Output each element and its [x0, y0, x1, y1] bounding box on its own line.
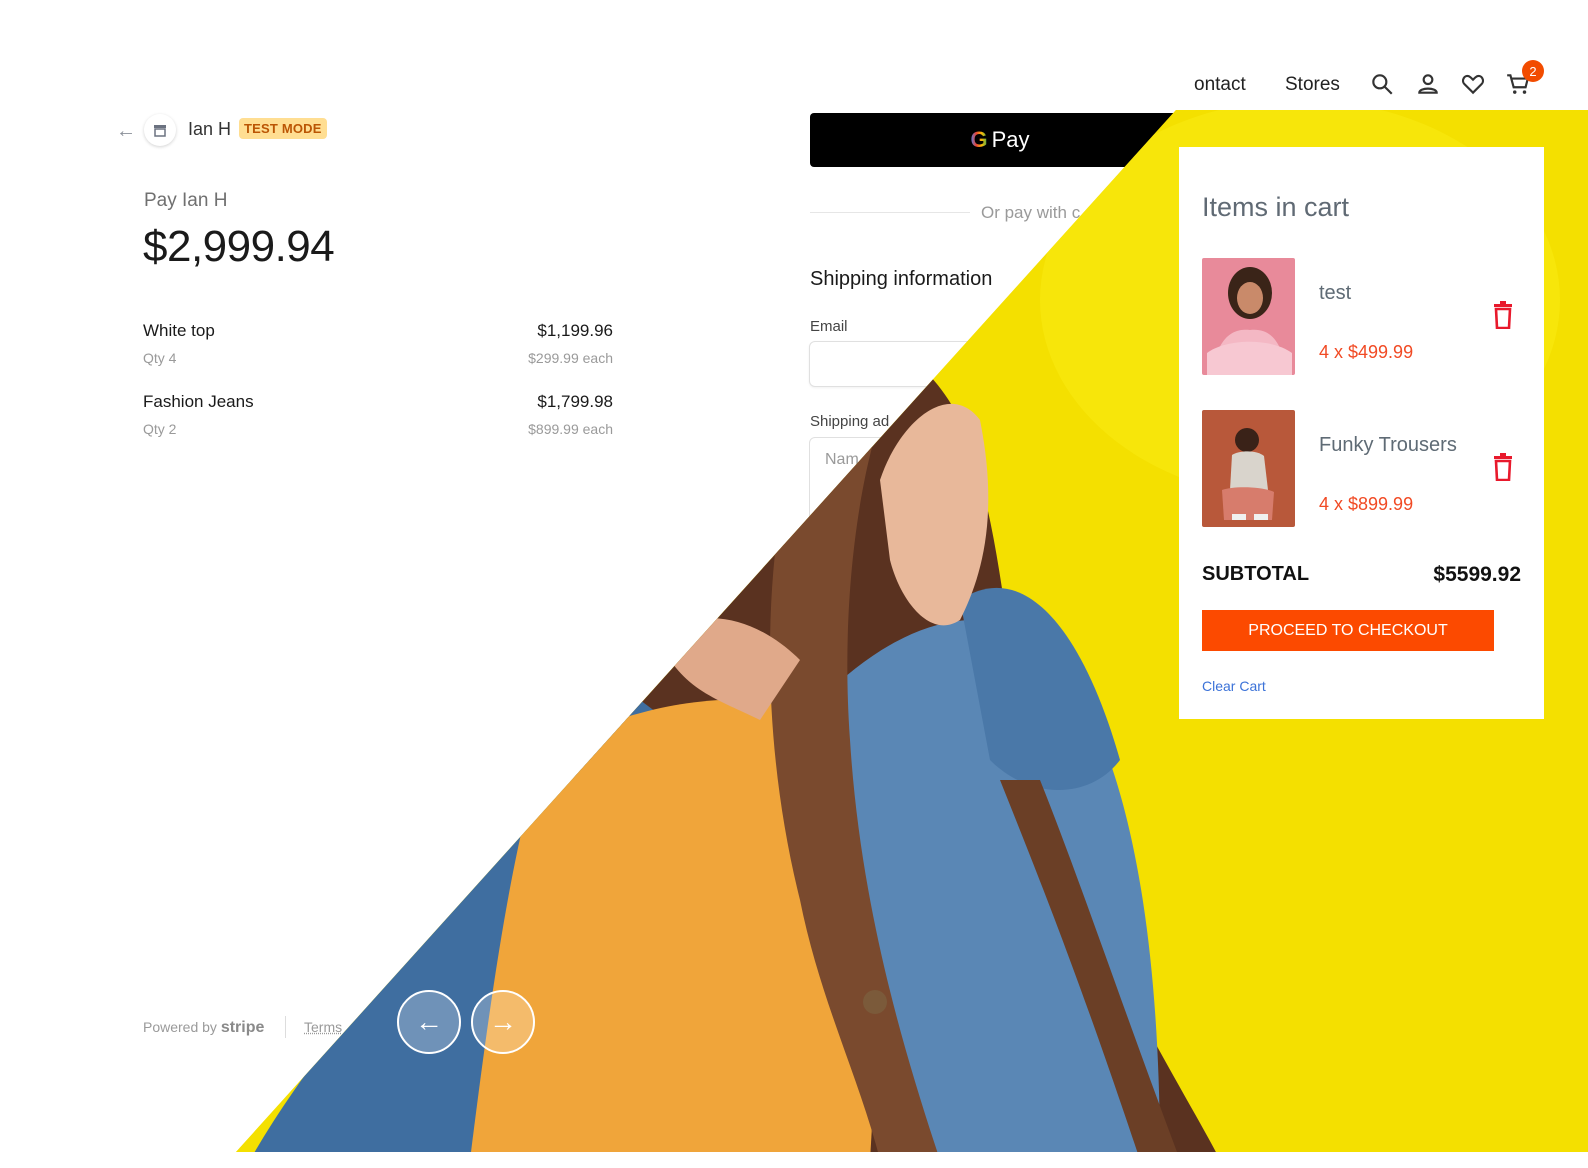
test-mode-badge: TEST MODE — [239, 118, 327, 139]
google-pay-label: Pay — [991, 127, 1030, 152]
subtotal-value: $5599.92 — [1433, 563, 1521, 586]
pay-label: Pay Ian H — [144, 190, 228, 211]
delete-item-button[interactable] — [1492, 453, 1514, 482]
name-placeholder: Nam — [825, 451, 859, 468]
terms-link[interactable]: Terms — [304, 1019, 342, 1035]
cart-item-image[interactable] — [1202, 410, 1295, 527]
line-item-each: $299.99 each — [528, 350, 613, 366]
back-arrow-icon[interactable]: ← — [116, 120, 138, 142]
nav-contact[interactable]: ontact — [1194, 74, 1246, 96]
shipping-title: Shipping information — [810, 268, 993, 290]
arrow-right-icon: → — [489, 1006, 517, 1037]
google-g-icon: G — [970, 127, 988, 152]
line-item-each: $899.99 each — [528, 421, 613, 437]
cart-item-price: 4 x $499.99 — [1319, 342, 1414, 362]
shipping-address-label: Shipping ad — [810, 413, 890, 430]
arrow-left-icon: ← — [415, 1006, 443, 1037]
clear-cart-link[interactable]: Clear Cart — [1202, 678, 1266, 694]
cart-item-price: 4 x $899.99 — [1319, 494, 1414, 514]
line-item-name: White top — [143, 321, 215, 340]
product-photo-icon — [1202, 258, 1295, 375]
or-pay-with-text: Or pay with c — [981, 203, 1081, 222]
footer-divider — [285, 1016, 286, 1038]
stripe-logo: stripe — [220, 1019, 265, 1036]
product-photo-icon — [1202, 410, 1295, 527]
nav-stores[interactable]: Stores — [1285, 74, 1340, 96]
cart-title: Items in cart — [1202, 192, 1350, 222]
cart-count-badge: 2 — [1522, 60, 1544, 82]
line-item-total: $1,199.96 — [537, 321, 613, 340]
user-icon[interactable] — [1415, 71, 1441, 97]
powered-by-text: Powered by — [143, 1019, 217, 1035]
carousel-prev-button[interactable]: ← — [397, 990, 461, 1054]
trash-icon — [1494, 301, 1512, 330]
subtotal-label: SUBTOTAL — [1202, 563, 1310, 585]
line-item-qty: Qty 2 — [143, 421, 177, 437]
trash-icon — [1494, 453, 1512, 482]
store-icon — [154, 125, 166, 137]
cart-item-image[interactable] — [1202, 258, 1295, 375]
line-item-qty: Qty 4 — [143, 350, 177, 366]
cart-dropdown: Items in cart test 4 x $499.99 Funky Tro… — [1179, 147, 1544, 719]
pay-amount: $2,999.94 — [143, 222, 335, 271]
powered-by-stripe[interactable]: Powered by stripe — [143, 1019, 264, 1037]
carousel-next-button[interactable]: → — [471, 990, 535, 1054]
line-item-name: Fashion Jeans — [143, 392, 254, 411]
store-avatar — [144, 114, 176, 146]
cart-item-name: Funky Trousers — [1319, 434, 1457, 456]
delete-item-button[interactable] — [1492, 301, 1514, 330]
heart-icon[interactable] — [1460, 71, 1486, 97]
line-item-total: $1,799.98 — [537, 392, 613, 411]
search-icon[interactable] — [1369, 71, 1395, 97]
email-label: Email — [810, 318, 848, 335]
cart-item-name: test — [1319, 282, 1352, 304]
proceed-to-checkout-button[interactable]: PROCEED TO CHECKOUT — [1202, 610, 1494, 651]
or-divider — [810, 212, 970, 213]
merchant-name: Ian H — [188, 119, 232, 139]
